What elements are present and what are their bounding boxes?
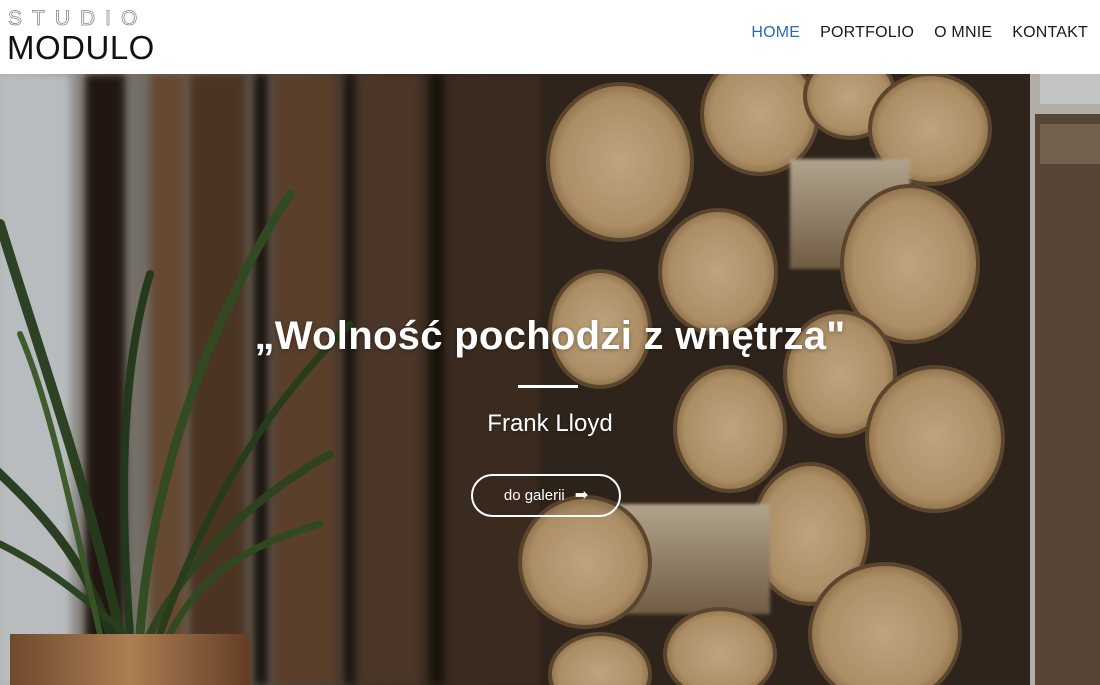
- logo-bottom-text: MODULO: [7, 29, 155, 66]
- hero-content: „Wolność pochodzi z wnętrza" Frank Lloyd…: [0, 74, 1100, 685]
- logo[interactable]: STUDIO MODULO: [7, 7, 158, 66]
- nav-item-o-mnie[interactable]: O MNIE: [934, 24, 992, 42]
- arrow-right-icon: ➡: [574, 486, 589, 504]
- gallery-button[interactable]: do galerii ➡: [471, 474, 621, 517]
- nav-item-kontakt[interactable]: KONTAKT: [1012, 24, 1088, 42]
- quote-divider: [518, 385, 578, 388]
- nav-item-portfolio[interactable]: PORTFOLIO: [820, 24, 914, 42]
- logo-top-text: STUDIO: [8, 7, 148, 30]
- nav-item-home[interactable]: HOME: [751, 24, 800, 42]
- hero-section: „Wolność pochodzi z wnętrza" Frank Lloyd…: [0, 74, 1100, 685]
- main-nav: HOME PORTFOLIO O MNIE KONTAKT: [751, 24, 1088, 42]
- quote-author: Frank Lloyd: [487, 410, 613, 437]
- hero-quote: „Wolność pochodzi z wnętrza": [254, 314, 846, 358]
- gallery-button-label: do galerii: [503, 487, 565, 504]
- site-header: STUDIO MODULO HOME PORTFOLIO O MNIE KONT…: [0, 0, 1100, 74]
